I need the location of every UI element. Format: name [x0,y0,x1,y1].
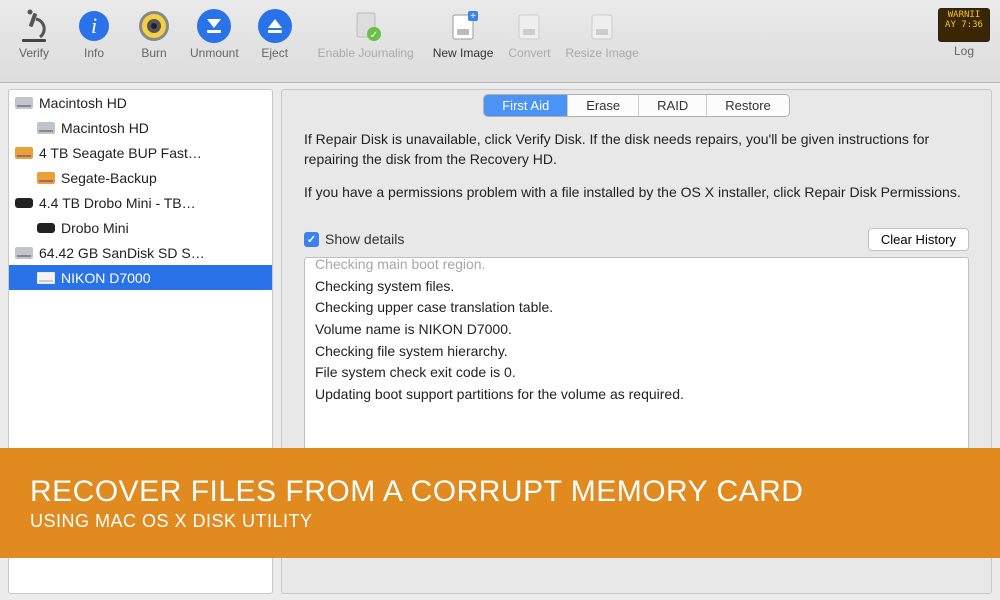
instruction-text: If Repair Disk is unavailable, click Ver… [282,117,991,224]
log-line: File system check exit code is 0. [315,362,958,384]
disk-label: 4 TB Seagate BUP Fast… [39,145,202,161]
tab-first-aid[interactable]: First Aid [484,95,568,116]
resize-image-button[interactable]: Resize Image [565,8,638,60]
enable-journaling-button[interactable]: ✓ Enable Journaling [311,8,421,60]
hdd-icon [37,121,55,135]
log-line: Checking upper case translation table. [315,297,958,319]
disk-label: 4.4 TB Drobo Mini - TB… [39,195,196,211]
toolbar-label: Verify [19,46,49,60]
toolbar: Verify i Info Burn Unmount [0,0,1000,83]
hdd-icon [15,246,33,260]
log-line: Updating boot support partitions for the… [315,384,958,406]
log-button[interactable]: WARNII AY 7:36 Log [938,8,990,58]
disk-row[interactable]: Segate-Backup [9,165,272,190]
disk-label: 64.42 GB SanDisk SD S… [39,245,205,261]
journal-icon: ✓ [348,8,384,44]
hdd-icon [37,221,55,235]
new-image-button[interactable]: + New Image [433,8,494,60]
disk-row[interactable]: 64.42 GB SanDisk SD S… [9,240,272,265]
clear-history-button[interactable]: Clear History [868,228,969,251]
toolbar-label: Resize Image [565,46,638,60]
unmount-button[interactable]: Unmount [190,8,239,60]
convert-button[interactable]: Convert [505,8,553,60]
show-details-checkbox[interactable] [304,232,319,247]
disk-label: NIKON D7000 [61,270,150,286]
overlay-banner: RECOVER FILES FROM A CORRUPT MEMORY CARD… [0,448,1000,558]
log-line: Volume name is NIKON D7000. [315,319,958,341]
disk-row[interactable]: 4 TB Seagate BUP Fast… [9,140,272,165]
toolbar-label: Unmount [190,46,239,60]
resize-icon [584,8,620,44]
toolbar-label: Convert [508,46,550,60]
disk-label: Drobo Mini [61,220,129,236]
tab-erase[interactable]: Erase [568,95,639,116]
banner-title: RECOVER FILES FROM A CORRUPT MEMORY CARD [30,475,803,509]
info-icon: i [76,8,112,44]
log-line: Checking main boot region. [315,257,958,276]
hdd-icon [15,146,33,160]
log-widget-icon: WARNII AY 7:36 [938,8,990,42]
disk-row[interactable]: 4.4 TB Drobo Mini - TB… [9,190,272,215]
unmount-icon [196,8,232,44]
hdd-icon [15,96,33,110]
log-line: Checking file system hierarchy. [315,341,958,363]
toolbar-label: Enable Journaling [318,46,414,60]
burn-icon [136,8,172,44]
svg-text:✓: ✓ [370,30,378,41]
disk-row[interactable]: Drobo Mini [9,215,272,240]
eject-icon [257,8,293,44]
tab-bar: First Aid Erase RAID Restore [282,94,991,117]
info-button[interactable]: i Info [70,8,118,60]
tab-raid[interactable]: RAID [639,95,707,116]
hdd-icon [15,196,33,210]
burn-button[interactable]: Burn [130,8,178,60]
toolbar-label: Eject [261,46,288,60]
hdd-icon [37,271,55,285]
disk-row-selected[interactable]: NIKON D7000 [9,265,272,290]
disk-label: Macintosh HD [39,95,127,111]
details-bar: Show details Clear History [282,224,991,257]
new-image-icon: + [445,8,481,44]
toolbar-label: Burn [141,46,166,60]
toolbar-label: Log [954,44,974,58]
eject-button[interactable]: Eject [251,8,299,60]
hdd-icon [37,171,55,185]
verify-button[interactable]: Verify [10,8,58,60]
convert-icon [511,8,547,44]
svg-text:i: i [91,13,97,38]
show-details-label: Show details [325,231,404,247]
banner-subtitle: USING MAC OS X DISK UTILITY [30,511,803,532]
toolbar-label: Info [84,46,104,60]
microscope-icon [16,8,52,44]
tab-restore[interactable]: Restore [707,95,789,116]
disk-row[interactable]: Macintosh HD [9,90,272,115]
disk-label: Segate-Backup [61,170,157,186]
disk-label: Macintosh HD [61,120,149,136]
log-line: Checking system files. [315,276,958,298]
toolbar-label: New Image [433,46,494,60]
svg-text:+: + [470,11,476,22]
disk-row[interactable]: Macintosh HD [9,115,272,140]
